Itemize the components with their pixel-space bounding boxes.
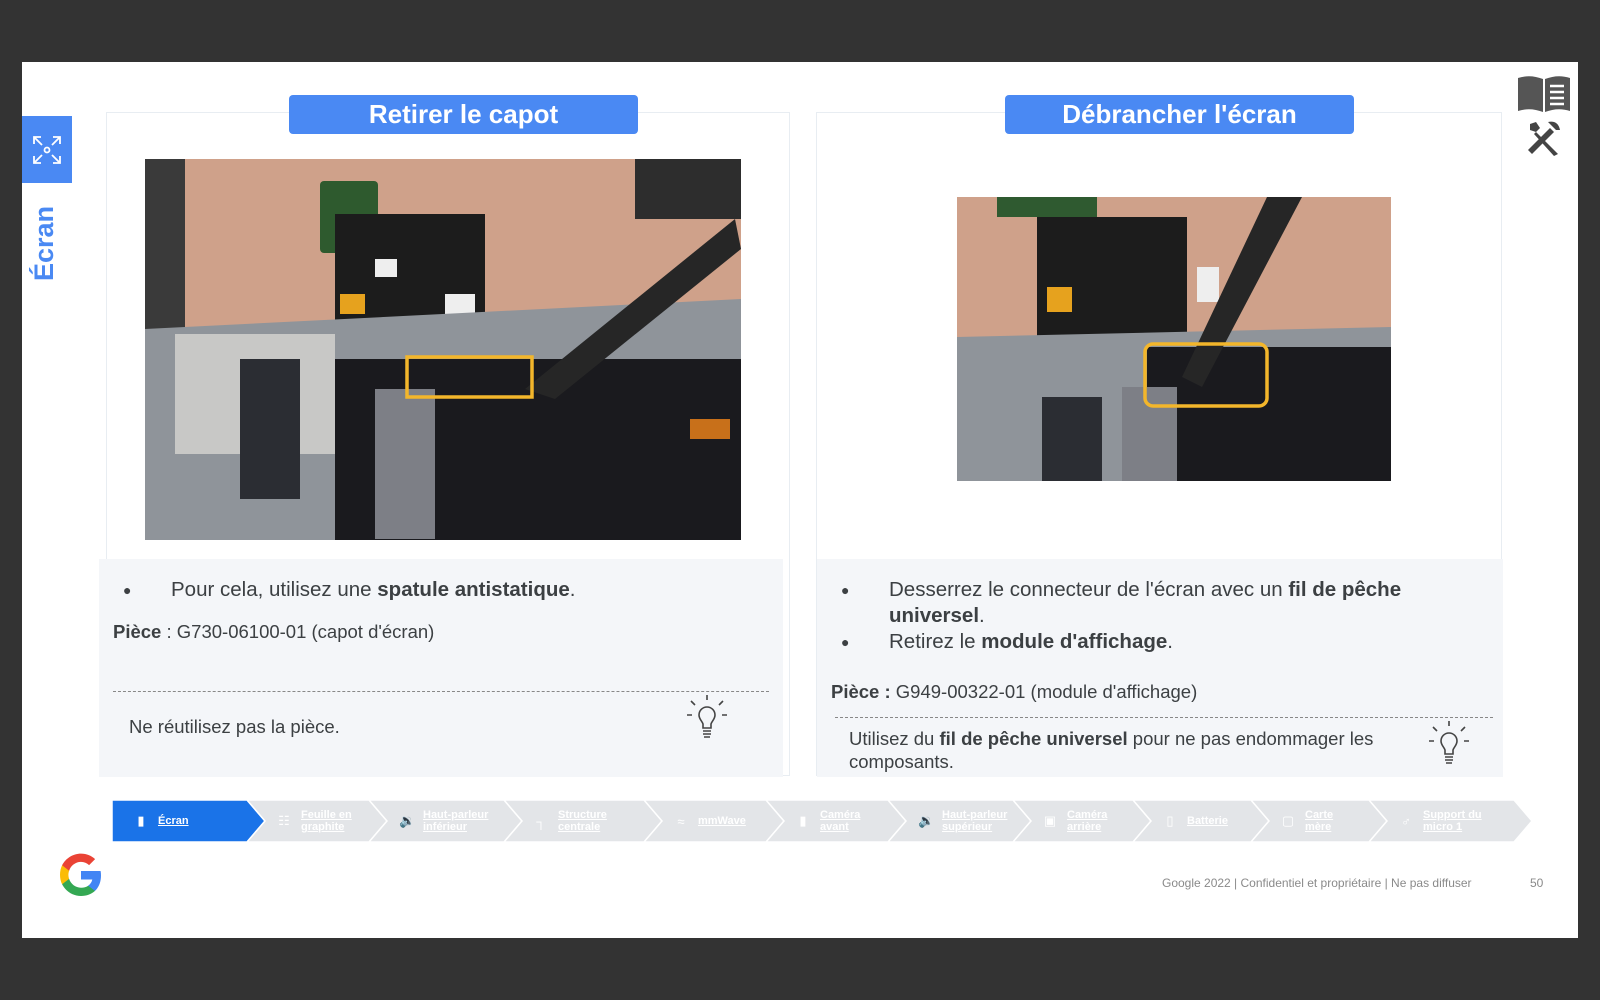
nav-step-label: Support du micro 1	[1423, 809, 1482, 833]
mic-icon: ♂	[1401, 813, 1411, 829]
panel-title: Débrancher l'écran	[1005, 95, 1354, 134]
part-number: Pièce : G949-00322-01 (module d'affichag…	[831, 681, 1198, 702]
nav-step[interactable]: ♂ Support du micro 1	[1369, 800, 1532, 842]
expand-button[interactable]	[22, 116, 72, 183]
panel-title: Retirer le capot	[289, 95, 638, 134]
nav-step[interactable]: ☷ Feuille en graphite	[247, 800, 387, 842]
footer-text: Google 2022 | Confidentiel et propriétai…	[1162, 876, 1472, 890]
instruction-list: Pour cela, utilisez une spatule antistat…	[123, 577, 733, 603]
nav-step-label: Caméra arrière	[1067, 809, 1108, 833]
step-navigation: ▮ Écran ☷ Feuille en graphite 🔉 Haut-parleur …	[112, 800, 1532, 842]
nav-step-label: Batterie	[1187, 815, 1228, 827]
instruction-item: Desserrez le connecteur de l'écran avec …	[841, 577, 1453, 629]
frame-icon: ┐	[536, 813, 546, 829]
screen-disconnect-photo	[957, 197, 1391, 481]
nav-step-label: Carte mère	[1305, 809, 1334, 833]
wifi-icon: ≈	[677, 813, 685, 829]
nav-step-label: mmWave	[698, 815, 746, 827]
nav-step[interactable]: 🔉 Haut-parleur inférieur	[369, 800, 522, 842]
slide: Écran Retirer le capot ● Pour cela, util…	[22, 62, 1578, 938]
nav-step-label: Structure centrale	[558, 809, 607, 833]
nav-step[interactable]: ≈ mmWave	[644, 800, 784, 842]
chip-icon: ▢	[1281, 813, 1295, 828]
lightbulb-icon	[685, 693, 729, 746]
tip-text: Ne réutilisez pas la pièce.	[129, 716, 340, 737]
nav-step-label: Haut-parleur inférieur	[423, 809, 489, 833]
tip-text: Utilisez du fil de pêche universel pour …	[849, 728, 1374, 772]
nav-step-label: Haut-parleur supérieur	[942, 809, 1008, 833]
grid-icon: ☷	[278, 813, 290, 828]
nav-step-label: Feuille en graphite	[301, 809, 352, 833]
speaker-icon: 🔉	[399, 813, 416, 828]
cover-removal-photo	[145, 159, 741, 540]
expand-icon	[33, 135, 61, 164]
nav-step-label: Écran	[158, 815, 189, 827]
phone-icon: ▮	[799, 813, 807, 828]
tools-icon[interactable]	[1524, 118, 1564, 163]
nav-step[interactable]: 🔉 Haut-parleur supérieur	[888, 800, 1031, 842]
info-box: Desserrez le connecteur de l'écran avec …	[817, 559, 1503, 777]
nav-step[interactable]: ▮ Caméra avant	[766, 800, 906, 842]
nav-step[interactable]: ▯ Batterie	[1133, 800, 1269, 842]
nav-step[interactable]: ▮ Écran	[112, 800, 265, 842]
section-title: Écran	[29, 205, 60, 281]
phone-icon: ▮	[137, 813, 145, 828]
info-box: Pour cela, utilisez une spatule antistat…	[99, 559, 783, 777]
instruction-item: Pour cela, utilisez une spatule antistat…	[123, 577, 733, 603]
instruction-item: Retirez le module d'affichage.	[841, 629, 1453, 655]
nav-step[interactable]: ▢ Carte mère	[1251, 800, 1387, 842]
page-number: 50	[1530, 876, 1544, 890]
speaker-icon: 🔉	[918, 813, 935, 828]
lightbulb-icon	[1427, 719, 1471, 772]
instruction-list: Desserrez le connecteur de l'écran avec …	[841, 577, 1453, 655]
divider	[835, 717, 1493, 718]
camera-icon: ▣	[1043, 813, 1057, 828]
step-panel-remove-cover: Retirer le capot ● Pour cela, utilisez u…	[99, 95, 790, 777]
part-number: Pièce : G730-06100-01 (capot d'écran)	[113, 621, 435, 642]
manual-icon[interactable]	[1516, 74, 1572, 119]
divider	[113, 691, 769, 692]
battery-icon: ▯	[1166, 813, 1174, 828]
nav-step-label: Caméra avant	[820, 809, 861, 833]
nav-step[interactable]: ┐ Structure centrale	[504, 800, 662, 842]
google-logo	[58, 852, 104, 903]
step-panel-disconnect-screen: Débrancher l'écran Desserrez le connecte…	[816, 95, 1503, 777]
nav-step[interactable]: ▣ Caméra arrière	[1013, 800, 1151, 842]
